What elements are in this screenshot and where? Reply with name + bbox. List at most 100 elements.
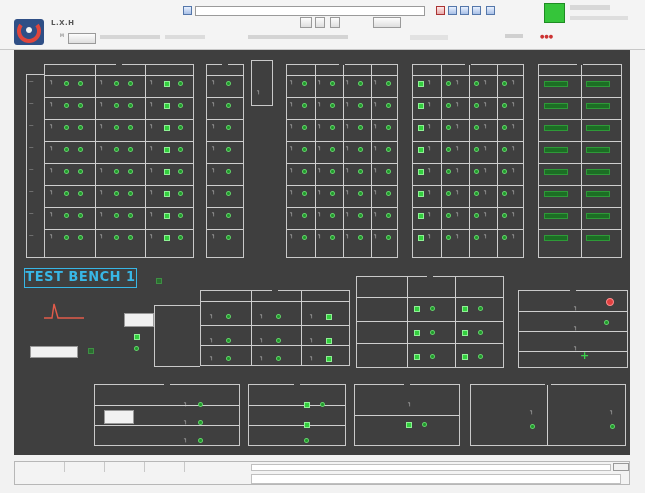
window-icon[interactable] [486,6,495,15]
status-led [462,306,468,312]
switch-symbol-icon: ┐ [374,122,378,129]
switch-symbol-icon: ┐ [428,78,432,85]
alarm-icon[interactable] [436,6,445,15]
status-dot-icon [114,235,119,240]
switch-symbol-icon: ┐ [150,188,154,195]
switch-symbol-icon: ┐ [50,232,54,239]
row-label-tick: — [29,146,34,151]
status-dot-icon [128,191,133,196]
status-dot-icon [502,169,507,174]
value-bar [544,103,568,109]
reset-button[interactable] [30,346,78,358]
switch-symbol-icon: ┐ [290,188,294,195]
status-dot-icon [226,103,231,108]
status-dot-icon [330,81,335,86]
blue-info-icon[interactable] [183,6,192,15]
status-led [164,103,170,109]
status-dot-icon [386,125,391,130]
switch-symbol-icon: ┐ [374,188,378,195]
execute-button[interactable] [104,410,134,424]
switch-symbol-icon: ┐ [408,400,412,407]
switch-symbol-icon: ┐ [50,166,54,173]
status-dot-icon [128,125,133,130]
chart-icon[interactable] [472,6,481,15]
switch-symbol-icon: ┐ [346,166,350,173]
switch-symbol-icon: ┐ [346,122,350,129]
status-dot-icon [64,213,69,218]
row-label-tick: — [29,124,34,129]
status-dot-icon [478,354,483,359]
status-led [164,169,170,175]
switch-symbol-icon: ┐ [100,122,104,129]
breaker-symbol-icon: ┐ [210,312,214,319]
start-button[interactable] [124,313,154,327]
row-label-tick: — [29,234,34,239]
value-bar [544,169,568,175]
status-dot-icon [78,213,83,218]
plus-icon[interactable]: + [580,350,589,361]
switch-symbol-icon: ┐ [100,232,104,239]
switch-symbol-icon: ┐ [290,144,294,151]
switch-symbol-icon: ┐ [512,100,516,107]
switch-symbol-icon: ┐ [212,232,216,239]
status-dot-icon [178,191,183,196]
status-dot-icon [78,81,83,86]
save-icon[interactable] [315,17,325,28]
switch-symbol-icon: ┐ [512,210,516,217]
status-dot-icon [226,81,231,86]
switch-symbol-icon: ┐ [456,78,460,85]
status-led [418,81,424,87]
switch-symbol-icon: ┐ [290,122,294,129]
status-dot-icon [502,125,507,130]
status-dot-icon [226,191,231,196]
status-dot-icon [502,81,507,86]
status-dot-icon [358,81,363,86]
send-button[interactable] [613,463,629,471]
datetime-field [570,16,628,20]
value-bar [586,125,610,131]
group-measurements [538,61,622,258]
status-dot-icon [226,125,231,130]
switch-symbol-icon: ┐ [456,166,460,173]
status-dot-icon [358,213,363,218]
status-field [410,35,448,40]
settings-icon[interactable] [460,6,469,15]
switch-symbol-icon: ┐ [50,122,54,129]
status-led [164,235,170,241]
status-dot-icon [422,422,427,427]
status-dot-icon [114,147,119,152]
grid-icon[interactable] [300,17,312,28]
mode-button[interactable] [373,17,401,28]
tab-label[interactable]: M [60,34,64,39]
command-input[interactable] [251,464,611,471]
switch-symbol-icon: ┐ [484,78,488,85]
row-label-tick: — [29,212,34,217]
switch-symbol-icon: ┐ [184,436,188,443]
switch-symbol-icon: ┐ [150,144,154,151]
switch-symbol-icon: ┐ [318,166,322,173]
status-dot-icon [178,213,183,218]
status-dot-icon [358,235,363,240]
switch-symbol-icon: ┐ [374,210,378,217]
print-icon[interactable] [330,17,340,28]
status-dot-icon [114,125,119,130]
switch-symbol-icon: ┐ [484,232,488,239]
status-dot-icon [78,147,83,152]
status-dot-icon [78,169,83,174]
refresh-icon[interactable] [448,6,457,15]
address-input[interactable] [195,6,425,16]
alarm-red-led [606,298,614,306]
tab-home-button[interactable] [68,33,96,44]
status-led [326,314,332,320]
switch-symbol-icon: ┐ [100,210,104,217]
status-dot-icon [128,103,133,108]
group-switches [206,61,244,258]
waveform-icon [44,300,84,322]
switch-symbol-icon: ┐ [530,408,534,415]
switch-symbol-icon: ┐ [456,188,460,195]
status-dot-icon [226,338,231,343]
switch-symbol-icon: ┐ [212,122,216,129]
switch-symbol-icon: ┐ [484,144,488,151]
status-dot-icon [446,81,451,86]
status-dot-icon [358,147,363,152]
